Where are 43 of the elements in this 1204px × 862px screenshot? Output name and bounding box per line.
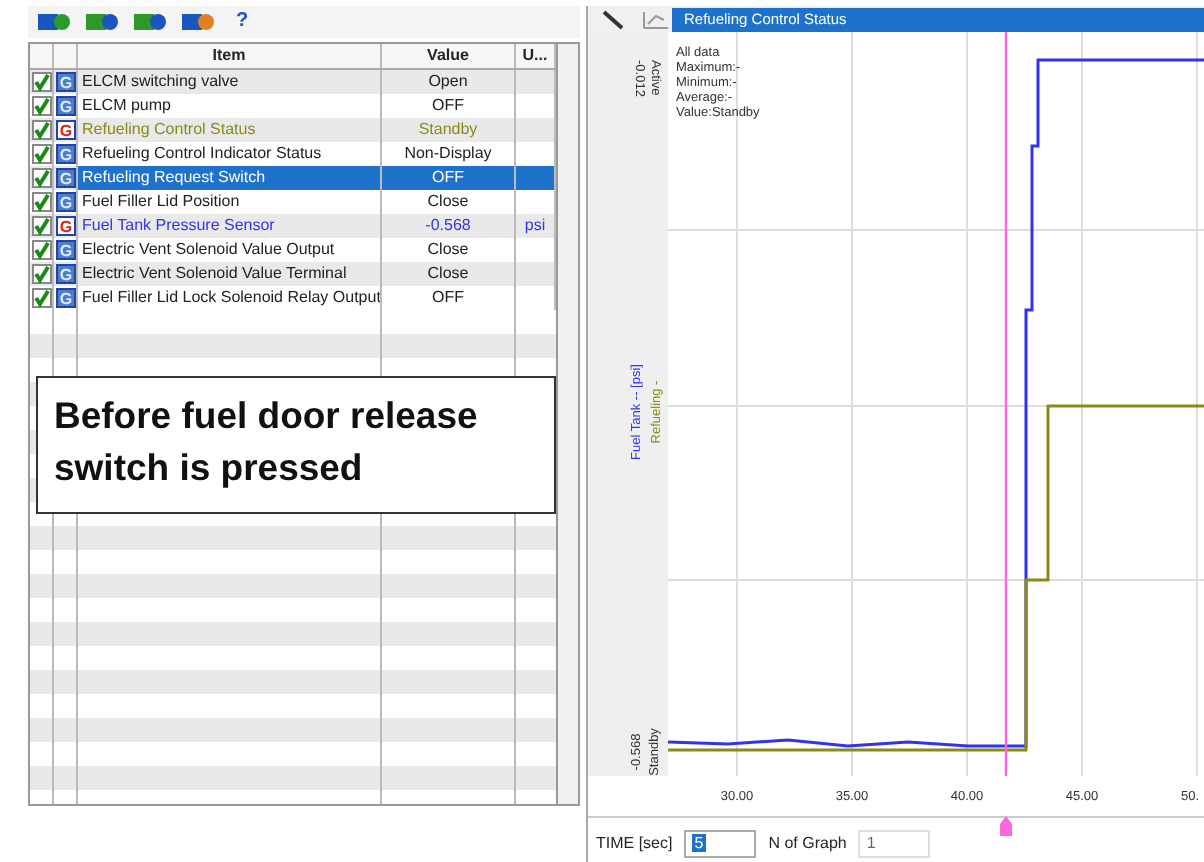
checkbox[interactable] bbox=[32, 240, 52, 260]
graph-toggle[interactable]: G bbox=[56, 240, 76, 260]
table-row[interactable]: G Fuel Tank Pressure Sensor -0.568 psi bbox=[30, 214, 556, 238]
checkbox[interactable] bbox=[32, 288, 52, 308]
column-header[interactable]: Item bbox=[78, 44, 382, 68]
checkbox[interactable] bbox=[32, 72, 52, 92]
graph-toggle[interactable]: G bbox=[56, 96, 76, 116]
graph-toggle[interactable]: G bbox=[56, 192, 76, 212]
graph-toggle[interactable]: G bbox=[56, 288, 76, 308]
value-text: OFF bbox=[382, 166, 516, 190]
graph-toggle[interactable]: G bbox=[56, 168, 76, 188]
table-row[interactable]: G Electric Vent Solenoid Value Output Close bbox=[30, 238, 556, 262]
cursor-handle-icon[interactable] bbox=[1000, 816, 1012, 836]
table-row[interactable]: G Refueling Control Indicator Status Non-Display bbox=[30, 142, 556, 166]
table-row[interactable]: G Electric Vent Solenoid Value Terminal Close bbox=[30, 262, 556, 286]
graph-toggle[interactable]: G bbox=[56, 72, 76, 92]
table-row[interactable]: G Fuel Filler Lid Position Close bbox=[30, 190, 556, 214]
graph-count-label: N of Graph bbox=[768, 832, 847, 856]
table-row[interactable]: G ELCM switching valve Open bbox=[30, 70, 556, 94]
checkbox[interactable] bbox=[32, 144, 52, 164]
table-row[interactable]: G Fuel Filler Lid Lock Solenoid Relay Output OFF bbox=[30, 286, 556, 310]
checkbox[interactable] bbox=[32, 168, 52, 188]
callout-text: Before fuel door release switch is pressed bbox=[36, 376, 556, 514]
graph-toggle[interactable]: G bbox=[56, 120, 76, 140]
graph-count-select[interactable]: 1 bbox=[858, 830, 931, 858]
help-button[interactable]: ? bbox=[228, 10, 257, 34]
checkbox[interactable] bbox=[32, 216, 52, 236]
time-select[interactable]: 5 bbox=[684, 830, 757, 858]
table-row[interactable]: G Refueling Request Switch OFF bbox=[30, 166, 556, 190]
column-header[interactable]: Value bbox=[382, 44, 516, 68]
checkbox[interactable] bbox=[32, 96, 52, 116]
table-row[interactable]: G Refueling Control Status Standby bbox=[30, 118, 556, 142]
time-label: TIME [sec] bbox=[596, 832, 673, 856]
column-header[interactable]: U... bbox=[516, 44, 556, 68]
graph-toggle[interactable]: G bbox=[56, 144, 76, 164]
checkbox[interactable] bbox=[32, 192, 52, 212]
graph-toggle[interactable]: G bbox=[56, 216, 76, 236]
graph-toggle[interactable]: G bbox=[56, 264, 76, 284]
table-row[interactable]: G ELCM pump OFF bbox=[30, 94, 556, 118]
chart-icon[interactable] bbox=[640, 7, 672, 31]
item-text: Refueling Request Switch bbox=[78, 166, 382, 190]
checkbox[interactable] bbox=[32, 264, 52, 284]
checkbox[interactable] bbox=[32, 120, 52, 140]
